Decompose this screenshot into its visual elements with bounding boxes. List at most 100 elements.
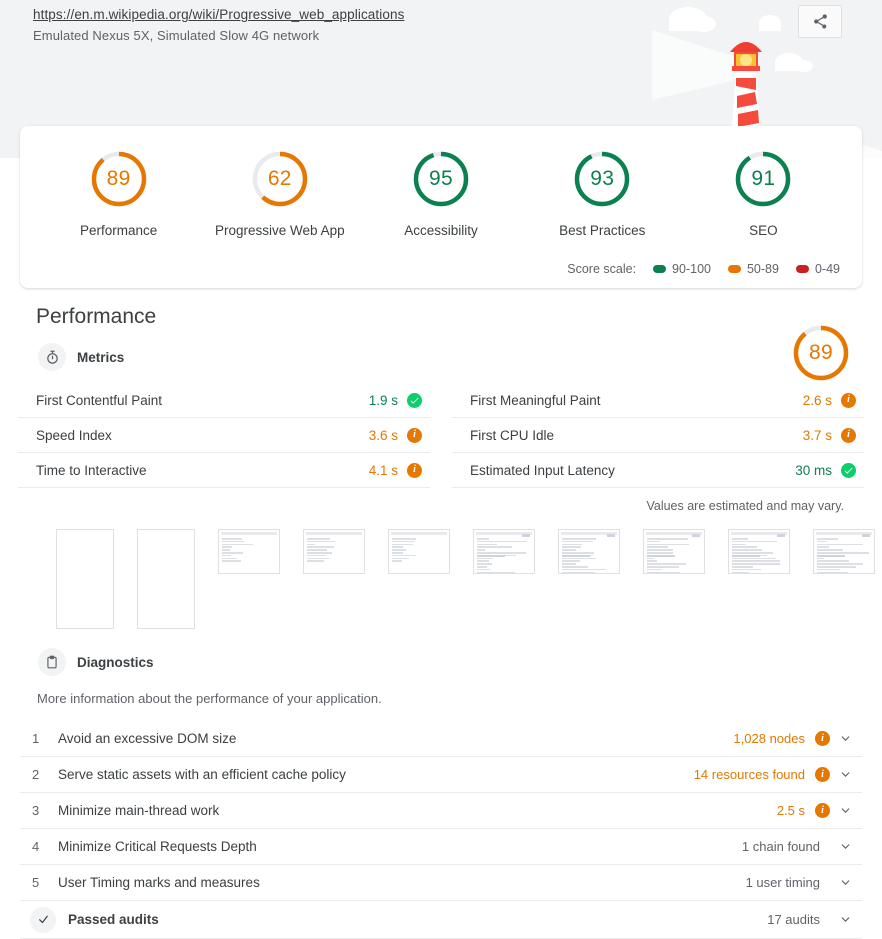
metric-value: 3.6 s xyxy=(369,428,398,443)
metric-right: 4.1 s i xyxy=(369,463,422,478)
performance-score-value: 89 xyxy=(790,322,852,384)
chevron-down-icon[interactable] xyxy=(836,730,854,748)
metric-row[interactable]: Estimated Input Latency 30 ms xyxy=(452,453,864,488)
metric-name: Estimated Input Latency xyxy=(470,463,615,478)
info-icon: i xyxy=(815,803,830,818)
gauge-value: 62 xyxy=(249,148,311,210)
legend-text: 90-100 xyxy=(672,262,711,276)
score-gauge-performance[interactable]: 89 Performance xyxy=(38,148,199,238)
filmstrip xyxy=(56,529,882,629)
page-title: Performance xyxy=(36,305,882,329)
audited-url-link[interactable]: https://en.m.wikipedia.org/wiki/Progress… xyxy=(33,7,404,22)
metric-right: 3.6 s i xyxy=(369,428,422,443)
info-icon: i xyxy=(841,393,856,408)
chevron-down-icon[interactable] xyxy=(836,874,854,892)
legend-dot-average xyxy=(728,265,741,273)
estimate-note: Values are estimated and may vary. xyxy=(0,499,844,513)
chevron-down-icon[interactable] xyxy=(836,911,854,929)
score-gauge-seo[interactable]: 91 SEO xyxy=(683,148,844,238)
filmstrip-frame xyxy=(643,529,705,574)
audit-value: 1,028 nodes xyxy=(733,731,805,746)
score-gauge-accessibility[interactable]: 95 Accessibility xyxy=(360,148,521,238)
gauge-label: SEO xyxy=(749,223,778,238)
gauge-value: 95 xyxy=(410,148,472,210)
metric-row[interactable]: First Meaningful Paint 2.6 s i xyxy=(452,383,864,418)
metrics-column-left: First Contentful Paint 1.9 s Speed Index… xyxy=(18,383,430,488)
metrics-table: First Contentful Paint 1.9 s Speed Index… xyxy=(18,383,864,488)
legend-dot-fail xyxy=(796,265,809,273)
metric-row[interactable]: Speed Index 3.6 s i xyxy=(18,418,430,453)
filmstrip-frame xyxy=(813,529,875,574)
table-row[interactable]: 5 User Timing marks and measures 1 user … xyxy=(20,865,862,901)
metric-name: Speed Index xyxy=(36,428,112,443)
metric-name: First CPU Idle xyxy=(470,428,554,443)
score-gauge-best-practices[interactable]: 93 Best Practices xyxy=(522,148,683,238)
info-icon: i xyxy=(407,428,422,443)
filmstrip-frame xyxy=(218,529,280,574)
audit-value: 1 user timing xyxy=(746,875,820,890)
audit-value: 2.5 s xyxy=(777,803,805,818)
table-row[interactable]: 4 Minimize Critical Requests Depth 1 cha… xyxy=(20,829,862,865)
table-row[interactable]: 2 Serve static assets with an efficient … xyxy=(20,757,862,793)
metric-row[interactable]: Time to Interactive 4.1 s i xyxy=(18,453,430,488)
info-icon: i xyxy=(841,428,856,443)
metric-value: 30 ms xyxy=(795,463,832,478)
gauge-ring: 91 xyxy=(732,148,794,210)
filmstrip-frame xyxy=(558,529,620,574)
passed-audits-row[interactable]: Passed audits 17 audits xyxy=(20,901,862,939)
metric-right: 1.9 s xyxy=(369,393,422,408)
metric-row[interactable]: First Contentful Paint 1.9 s xyxy=(18,383,430,418)
chevron-down-icon[interactable] xyxy=(836,802,854,820)
metrics-column-right: First Meaningful Paint 2.6 s i First CPU… xyxy=(452,383,864,488)
check-icon xyxy=(407,393,422,408)
audit-title: Serve static assets with an efficient ca… xyxy=(58,767,694,782)
check-icon xyxy=(841,463,856,478)
metric-name: Time to Interactive xyxy=(36,463,147,478)
chevron-down-icon[interactable] xyxy=(836,838,854,856)
score-scale-average: 50-89 xyxy=(728,262,779,276)
performance-score-gauge: 89 xyxy=(790,322,852,384)
legend-text: 50-89 xyxy=(747,262,779,276)
share-button[interactable] xyxy=(798,5,842,38)
audit-index: 5 xyxy=(32,875,58,890)
audit-index: 1 xyxy=(32,731,58,746)
gauge-value: 93 xyxy=(571,148,633,210)
filmstrip-frame xyxy=(137,529,195,629)
gauge-label: Accessibility xyxy=(404,223,478,238)
score-gauge-pwa[interactable]: 62 Progressive Web App xyxy=(199,148,360,238)
audit-title: Avoid an excessive DOM size xyxy=(58,731,733,746)
header-meta: https://en.m.wikipedia.org/wiki/Progress… xyxy=(33,7,404,43)
diagnostics-description: More information about the performance o… xyxy=(37,691,882,706)
passed-audits-label: Passed audits xyxy=(68,912,767,927)
audit-title: Minimize main-thread work xyxy=(58,803,777,818)
metric-right: 2.6 s i xyxy=(803,393,856,408)
gauge-label: Progressive Web App xyxy=(215,223,345,238)
chevron-down-icon[interactable] xyxy=(836,766,854,784)
stopwatch-icon xyxy=(38,343,66,371)
legend-text: 0-49 xyxy=(815,262,840,276)
audit-index: 4 xyxy=(32,839,58,854)
passed-audits-count: 17 audits xyxy=(767,912,820,927)
score-gauges: 89 Performance 62 Progressive Web App 95 xyxy=(20,126,862,238)
environment-label: Emulated Nexus 5X, Simulated Slow 4G net… xyxy=(33,28,404,43)
metric-name: First Meaningful Paint xyxy=(470,393,601,408)
gauge-ring: 95 xyxy=(410,148,472,210)
score-scale-pass: 90-100 xyxy=(653,262,711,276)
table-row[interactable]: 1 Avoid an excessive DOM size 1,028 node… xyxy=(20,721,862,757)
metric-right: 30 ms xyxy=(795,463,856,478)
clipboard-icon xyxy=(38,648,66,676)
audit-title: Minimize Critical Requests Depth xyxy=(58,839,742,854)
gauge-value: 91 xyxy=(732,148,794,210)
metric-row[interactable]: First CPU Idle 3.7 s i xyxy=(452,418,864,453)
legend-dot-pass xyxy=(653,265,666,273)
metrics-heading-label: Metrics xyxy=(77,350,124,365)
audit-value: 14 resources found xyxy=(694,767,805,782)
score-scale-label: Score scale: xyxy=(567,262,636,276)
audit-list: 1 Avoid an excessive DOM size 1,028 node… xyxy=(20,721,862,939)
gauge-ring: 93 xyxy=(571,148,633,210)
score-scale-legend: Score scale: 90-100 50-89 0-49 xyxy=(567,262,840,276)
gauge-value: 89 xyxy=(88,148,150,210)
score-scale-fail: 0-49 xyxy=(796,262,840,276)
table-row[interactable]: 3 Minimize main-thread work 2.5 s i xyxy=(20,793,862,829)
share-icon xyxy=(812,13,829,30)
